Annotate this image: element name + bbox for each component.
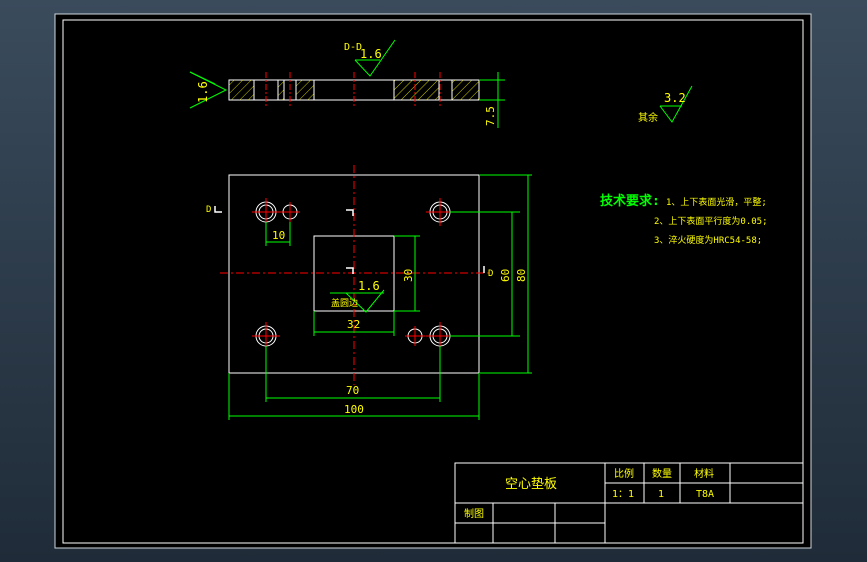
thickness-dim: 7.5 [484,106,497,126]
tech-req-item-1: 1、上下表面光滑，平整; [666,196,767,208]
quantity-label: 数量 [652,467,672,480]
material-value: T8A [696,489,714,500]
dim-hole-pitch: 70 [346,384,359,397]
scale-label: 比例 [614,467,634,480]
window-note: 盖圆边 [331,297,358,309]
window-roughness-value: 1.6 [358,279,380,293]
hatch-right [452,80,479,100]
hatch-left [229,80,254,100]
quantity-value: 1 [658,489,664,500]
hatch-mid-left [296,80,314,100]
other-roughness-value: 3.2 [664,91,686,105]
hatch-mid-right [394,80,439,100]
part-name: 空心垫板 [505,476,557,492]
hatch-left-mid [278,80,284,100]
material-label: 材料 [694,467,714,480]
dim-height-outer: 80 [515,269,528,282]
drawn-label: 制图 [464,507,484,520]
dim-window-height: 30 [402,269,415,282]
section-roughness-value: 1.6 [360,47,382,61]
cad-drawing-canvas: D-D 1.6 1.6 7.5 3.2 其余 D D 10 30 32 1.6 … [54,13,812,549]
other-roughness-label: 其余 [638,111,658,124]
section-marker-right: D [488,269,493,279]
section-marker-left: D [206,205,211,215]
dim-height-inner: 60 [499,269,512,282]
tech-req-item-2: 2、上下表面平行度为0.05; [654,215,768,227]
dim-width-overall: 100 [344,403,364,416]
dim-window-width: 32 [347,318,360,331]
dim-hole-spacing: 10 [272,229,285,242]
tech-requirements-title: 技术要求: [600,193,660,209]
scale-value: 1：1 [612,489,634,500]
side-roughness-value: 1.6 [196,81,210,103]
tech-req-item-3: 3、淬火硬度为HRC54-58; [654,234,762,246]
